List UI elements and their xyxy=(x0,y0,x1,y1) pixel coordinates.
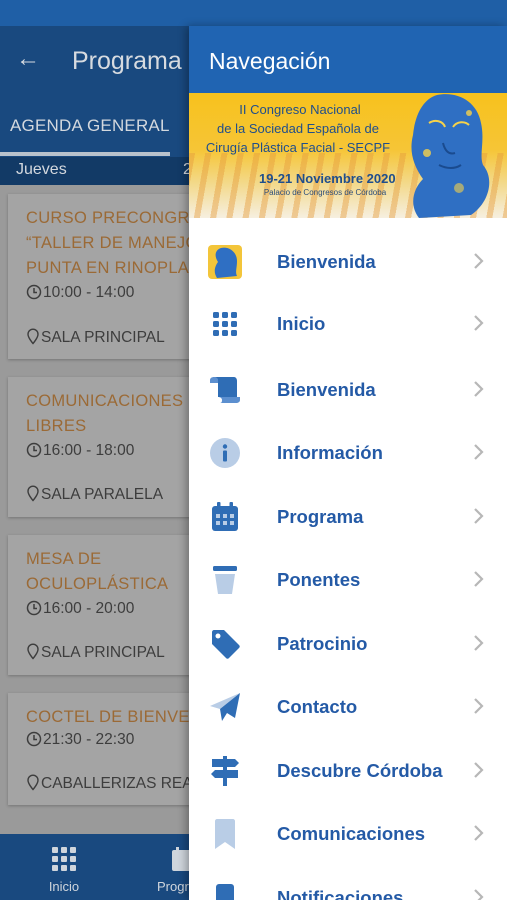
menu-item-contacto[interactable]: Contacto xyxy=(189,675,507,738)
menu-item-patrocinio[interactable]: Patrocinio xyxy=(189,612,507,675)
menu-item-label: Comunicaciones xyxy=(277,823,426,844)
chevron-right-icon xyxy=(474,508,484,524)
signpost-icon xyxy=(207,753,243,789)
chevron-right-icon xyxy=(474,825,484,841)
location-pin-icon xyxy=(27,485,39,502)
menu-item-label: Inicio xyxy=(277,313,326,334)
grid-icon xyxy=(52,847,76,871)
session-time-text: 21:30 - 22:30 xyxy=(43,731,135,748)
session-room: SALA PRINCIPAL xyxy=(26,643,165,662)
podium-icon xyxy=(207,562,243,598)
clock-icon xyxy=(26,442,42,458)
tag-icon xyxy=(207,626,243,662)
session-room: SALA PARALELA xyxy=(26,485,163,504)
menu-item-programa[interactable]: Programa xyxy=(189,485,507,548)
navigation-drawer: Navegación II Congreso Nacional de la So… xyxy=(189,26,507,900)
session-title-line: OCULOPLÁSTICA xyxy=(26,575,169,593)
menu-item-descubre-cordoba[interactable]: Descubre Córdoba xyxy=(189,739,507,802)
session-room-text: SALA PRINCIPAL xyxy=(41,644,165,661)
chevron-right-icon xyxy=(474,698,484,714)
back-arrow-icon[interactable]: ← xyxy=(16,46,40,72)
menu-item-notificaciones[interactable]: Notificaciones xyxy=(189,866,507,900)
location-pin-icon xyxy=(27,774,39,791)
bell-icon xyxy=(207,880,243,900)
session-title-line: MESA DE xyxy=(26,550,102,568)
banner-line: de la Sociedad Española de xyxy=(217,121,379,136)
session-time: 16:00 - 18:00 xyxy=(26,442,134,460)
menu-item-label: Ponentes xyxy=(277,569,361,590)
chevron-right-icon xyxy=(474,253,484,269)
clock-icon xyxy=(26,731,42,747)
chevron-right-icon xyxy=(474,571,484,587)
day-tab-jueves[interactable]: Jueves xyxy=(16,161,67,179)
face-logo-icon xyxy=(207,244,243,280)
menu-item-label: Notificaciones xyxy=(277,887,404,900)
banner-venue: Palacio de Congresos de Córdoba xyxy=(263,188,387,197)
session-room-text: SALA PRINCIPAL xyxy=(41,329,165,346)
menu-item-comunicaciones[interactable]: Comunicaciones xyxy=(189,802,507,865)
session-room: CABALLERIZAS REA xyxy=(26,774,193,793)
congress-banner: II Congreso Nacional de la Sociedad Espa… xyxy=(189,93,507,218)
session-title-line: PUNTA EN RINOPLAS xyxy=(26,259,201,277)
menu-item-informacion[interactable]: Información xyxy=(189,421,507,484)
chevron-right-icon xyxy=(474,381,484,397)
menu-item-bienvenida[interactable]: Bienvenida xyxy=(189,230,507,293)
status-bar xyxy=(0,0,507,26)
calendar-icon xyxy=(207,499,243,535)
menu-item-label: Contacto xyxy=(277,696,358,717)
menu-item-label: Programa xyxy=(277,506,364,527)
bookmark-icon xyxy=(207,816,243,852)
session-room: SALA PRINCIPAL xyxy=(26,328,165,347)
session-title-line: COCTEL DE BIENVEN xyxy=(26,708,202,726)
chevron-right-icon xyxy=(474,444,484,460)
paper-plane-icon xyxy=(207,689,243,725)
banner-line: Cirugía Plástica Facial - SECPF xyxy=(205,140,391,155)
menu-item-label: Bienvenida xyxy=(277,379,376,400)
info-icon xyxy=(207,435,243,471)
session-time-text: 16:00 - 18:00 xyxy=(43,442,135,459)
scroll-icon xyxy=(207,372,243,408)
session-title-line: “TALLER DE MANEJO xyxy=(26,234,199,252)
session-time-text: 16:00 - 20:00 xyxy=(43,600,135,617)
menu-item-label: Información xyxy=(277,442,383,463)
menu-item-ponentes[interactable]: Ponentes xyxy=(189,548,507,611)
location-pin-icon xyxy=(27,328,39,345)
face-sculpture-image xyxy=(411,94,490,218)
page-title: Programa xyxy=(72,47,182,75)
menu-item-label: Descubre Córdoba xyxy=(277,760,443,781)
menu-item-inicio[interactable]: Inicio xyxy=(189,292,507,355)
location-pin-icon xyxy=(27,643,39,660)
session-title-line: LIBRES xyxy=(26,417,87,435)
chevron-right-icon xyxy=(474,889,484,900)
session-time: 10:00 - 14:00 xyxy=(26,284,134,302)
banner-line: II Congreso Nacional xyxy=(239,102,361,117)
banner-dates: 19-21 Noviembre 2020 xyxy=(259,171,396,186)
menu-item-label: Bienvenida xyxy=(277,251,376,272)
clock-icon xyxy=(26,284,42,300)
chevron-right-icon xyxy=(474,315,484,331)
bottom-nav-inicio[interactable]: Inicio xyxy=(44,846,84,894)
session-title-line: COMUNICACIONES xyxy=(26,392,184,410)
session-room-text: SALA PARALELA xyxy=(41,486,164,503)
menu-item-label: Patrocinio xyxy=(277,633,368,654)
session-room-text: CABALLERIZAS REA xyxy=(41,775,193,792)
grid-icon xyxy=(207,306,243,342)
tab-indicator xyxy=(0,152,170,156)
chevron-right-icon xyxy=(474,762,484,778)
chevron-right-icon xyxy=(474,635,484,651)
bottom-nav-label: Inicio xyxy=(48,879,80,894)
session-title-line: CURSO PRECONGRE xyxy=(26,209,202,227)
menu-item-bienvenida-2[interactable]: Bienvenida xyxy=(189,358,507,421)
drawer-header: Navegación xyxy=(189,26,507,93)
drawer-title: Navegación xyxy=(209,48,331,74)
session-time-text: 10:00 - 14:00 xyxy=(43,284,135,301)
tab-agenda-general[interactable]: AGENDA GENERAL xyxy=(10,116,170,136)
session-time: 21:30 - 22:30 xyxy=(26,731,134,749)
session-time: 16:00 - 20:00 xyxy=(26,600,134,618)
clock-icon xyxy=(26,600,42,616)
